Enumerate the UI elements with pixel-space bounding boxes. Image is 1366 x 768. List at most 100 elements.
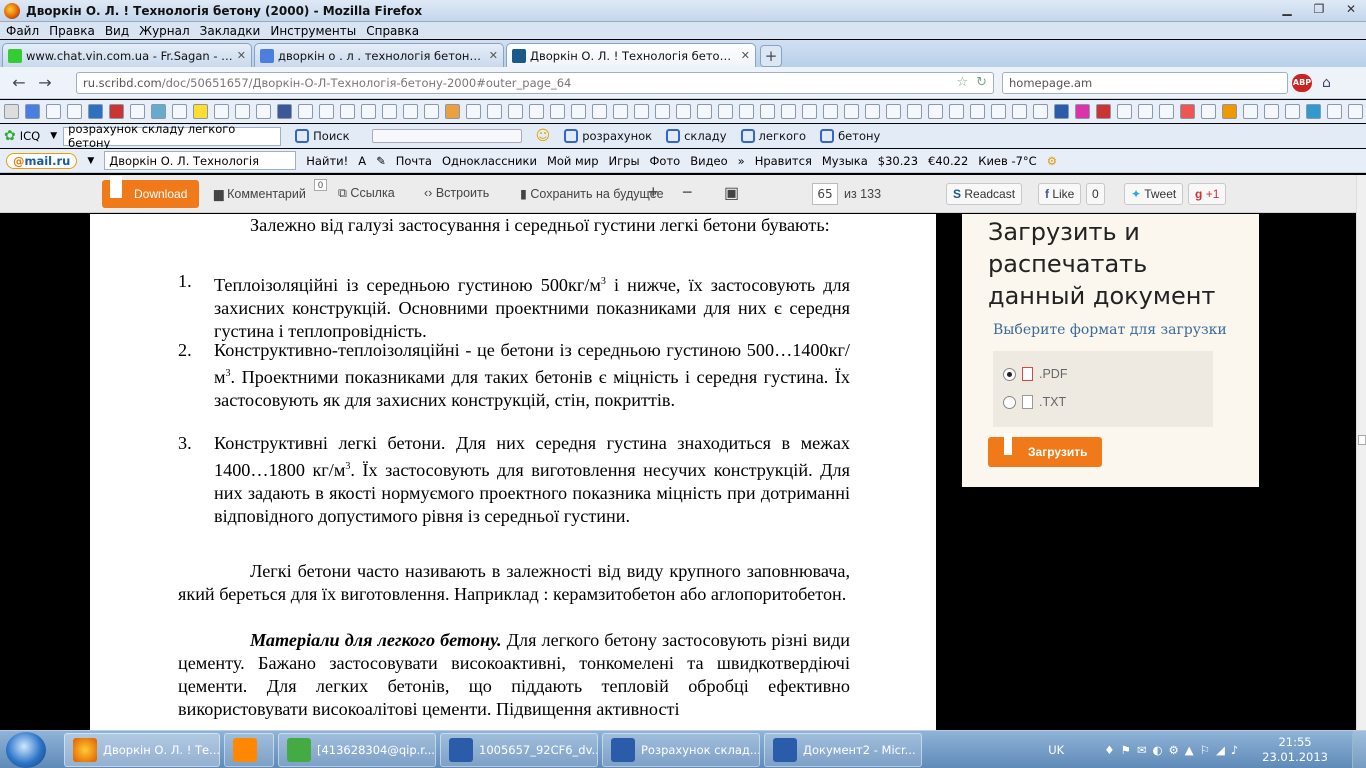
bookmark-icon[interactable] (1159, 104, 1174, 119)
bookmark-icon[interactable] (970, 104, 985, 119)
menu-file[interactable]: Файл (6, 24, 39, 38)
bookmark-icon[interactable] (991, 104, 1006, 119)
bookmark-icon[interactable] (550, 104, 565, 119)
url-bar[interactable]: ru.scribd.com /doc/50651657/Дворкін-О-Л-… (76, 72, 994, 94)
page-number-input[interactable]: 65 (812, 183, 838, 205)
bookmark-icon[interactable] (1222, 104, 1237, 119)
vertical-scrollbar[interactable] (1356, 175, 1366, 730)
fullscreen-button[interactable]: ▣ (724, 183, 739, 203)
more-chevron-icon[interactable]: » (738, 154, 745, 168)
bookmark-icon[interactable] (193, 104, 208, 119)
search-term-button[interactable]: розрахунок (564, 129, 652, 143)
mailru-search-input[interactable]: Дворкін О. Л. Технологія (104, 151, 297, 170)
bookmark-icon[interactable] (298, 104, 313, 119)
minimize-button[interactable]: ▁ (1278, 2, 1296, 16)
my-world-link[interactable]: Мой мир (547, 154, 599, 168)
bookmark-icon[interactable] (1327, 104, 1342, 119)
bookmark-icon[interactable] (319, 104, 334, 119)
new-tab-button[interactable]: + (760, 45, 782, 67)
zoom-in-button[interactable]: + (648, 182, 659, 203)
tab-chat[interactable]: www.chat.vin.com.ua - Fr.Sagan - Вин... … (2, 43, 252, 67)
bookmark-icon[interactable] (88, 104, 103, 119)
comment-button[interactable]: ▆ Комментарий (214, 186, 306, 201)
close-tab-icon[interactable]: ✕ (741, 49, 750, 62)
bookmark-icon[interactable] (256, 104, 271, 119)
games-link[interactable]: Игры (609, 154, 640, 168)
bookmark-icon[interactable] (1348, 104, 1363, 119)
bookmark-icon[interactable] (1306, 104, 1321, 119)
font-size-icon[interactable]: A (358, 154, 366, 168)
highlight-icon[interactable]: ✎ (376, 154, 386, 168)
bookmark-icon[interactable] (1117, 104, 1132, 119)
bookmark-icon[interactable] (235, 104, 250, 119)
bookmark-icon[interactable] (382, 104, 397, 119)
taskbar-word-doc[interactable]: Документ2 - Micr... (764, 732, 922, 767)
bookmark-icon[interactable] (823, 104, 838, 119)
google-icon[interactable] (25, 104, 40, 119)
word-icon[interactable] (1054, 104, 1069, 119)
bookmark-icon[interactable] (865, 104, 880, 119)
bookmark-icon[interactable] (739, 104, 754, 119)
radio-unselected[interactable] (1003, 395, 1016, 409)
facebook-like-button[interactable]: f Like (1038, 183, 1082, 205)
bookmark-icon[interactable] (172, 104, 187, 119)
bookmark-icon[interactable] (109, 104, 124, 119)
mail-link[interactable]: Почта (396, 154, 432, 168)
icq-search-input[interactable]: розрахунок складу легкого бетону (63, 122, 282, 150)
menu-bookmarks[interactable]: Закладки (200, 24, 261, 38)
odnoklassniki-link[interactable]: Одноклассники (442, 154, 537, 168)
icq-search-button[interactable]: Поиск (295, 129, 350, 143)
bookmark-icon[interactable] (844, 104, 859, 119)
bookmark-icon[interactable] (718, 104, 733, 119)
bookmark-icon[interactable] (907, 104, 922, 119)
format-option-pdf[interactable]: .PDF (1003, 367, 1067, 381)
start-button[interactable] (6, 731, 46, 768)
menu-view[interactable]: Вид (105, 24, 129, 38)
taskbar-word-doc[interactable]: 1005657_92CF6_dv... (440, 732, 598, 767)
upload-button[interactable]: Загрузить (988, 433, 1102, 467)
bookmark-icon[interactable] (1033, 104, 1048, 119)
bookmark-icon[interactable] (487, 104, 502, 119)
pdf-icon[interactable] (1096, 104, 1111, 119)
bookmark-icon[interactable] (340, 104, 355, 119)
bookmark-icon[interactable] (46, 104, 61, 119)
bookmark-icon[interactable] (781, 104, 796, 119)
reload-icon[interactable]: ↻ (976, 75, 987, 90)
bookmark-icon[interactable] (886, 104, 901, 119)
zoom-out-button[interactable]: − (682, 182, 693, 203)
search-term-button[interactable]: складу (666, 129, 727, 143)
show-desktop-button[interactable] (1352, 731, 1366, 768)
photo-link[interactable]: Фото (650, 154, 681, 168)
taskbar-firefox[interactable]: Дворкін О. Л. ! Те... (64, 732, 220, 767)
link-button[interactable]: ⧉ Ссылка (338, 186, 395, 201)
tray-icons[interactable]: ♦⚑✉◐⚙▲⚐◢♪ (1104, 743, 1244, 757)
search-input[interactable]: homepage.am (1002, 72, 1288, 94)
language-indicator[interactable]: UK (1048, 743, 1064, 757)
icq-scroller[interactable] (371, 129, 522, 143)
scrollbar-thumb[interactable] (1358, 435, 1366, 445)
search-term-button[interactable]: легкого (740, 129, 806, 143)
bookmark-icon[interactable] (1264, 104, 1279, 119)
home-icon[interactable]: ⌂ (1322, 75, 1331, 91)
radio-selected[interactable] (1003, 367, 1016, 381)
save-button[interactable]: ▮ Сохранить на будущее (520, 186, 664, 201)
icq-label[interactable]: ICQ (20, 129, 40, 143)
forward-button[interactable]: → (32, 73, 58, 92)
search-term-button[interactable]: бетону (820, 129, 880, 143)
bookmark-icon[interactable] (214, 104, 229, 119)
bookmark-icon[interactable] (571, 104, 586, 119)
bookmark-icon[interactable] (4, 104, 19, 119)
dropdown-icon[interactable]: ▼ (87, 156, 94, 166)
format-option-txt[interactable]: .TXT (1003, 395, 1066, 409)
close-tab-icon[interactable]: ✕ (489, 49, 498, 62)
close-tab-icon[interactable]: ✕ (237, 49, 246, 62)
bookmark-icon[interactable] (466, 104, 481, 119)
bookmark-icon[interactable] (1243, 104, 1258, 119)
bookmark-icon[interactable] (613, 104, 628, 119)
embed-button[interactable]: ‹› Встроить (424, 186, 489, 200)
restore-button[interactable]: ❐ (1310, 2, 1328, 16)
bookmark-icon[interactable] (67, 104, 82, 119)
bookmark-icon[interactable] (151, 104, 166, 119)
settings-gear-icon[interactable]: ⚙ (1047, 154, 1057, 168)
taskbar-word-doc[interactable]: Розрахунок склад... (602, 732, 760, 767)
